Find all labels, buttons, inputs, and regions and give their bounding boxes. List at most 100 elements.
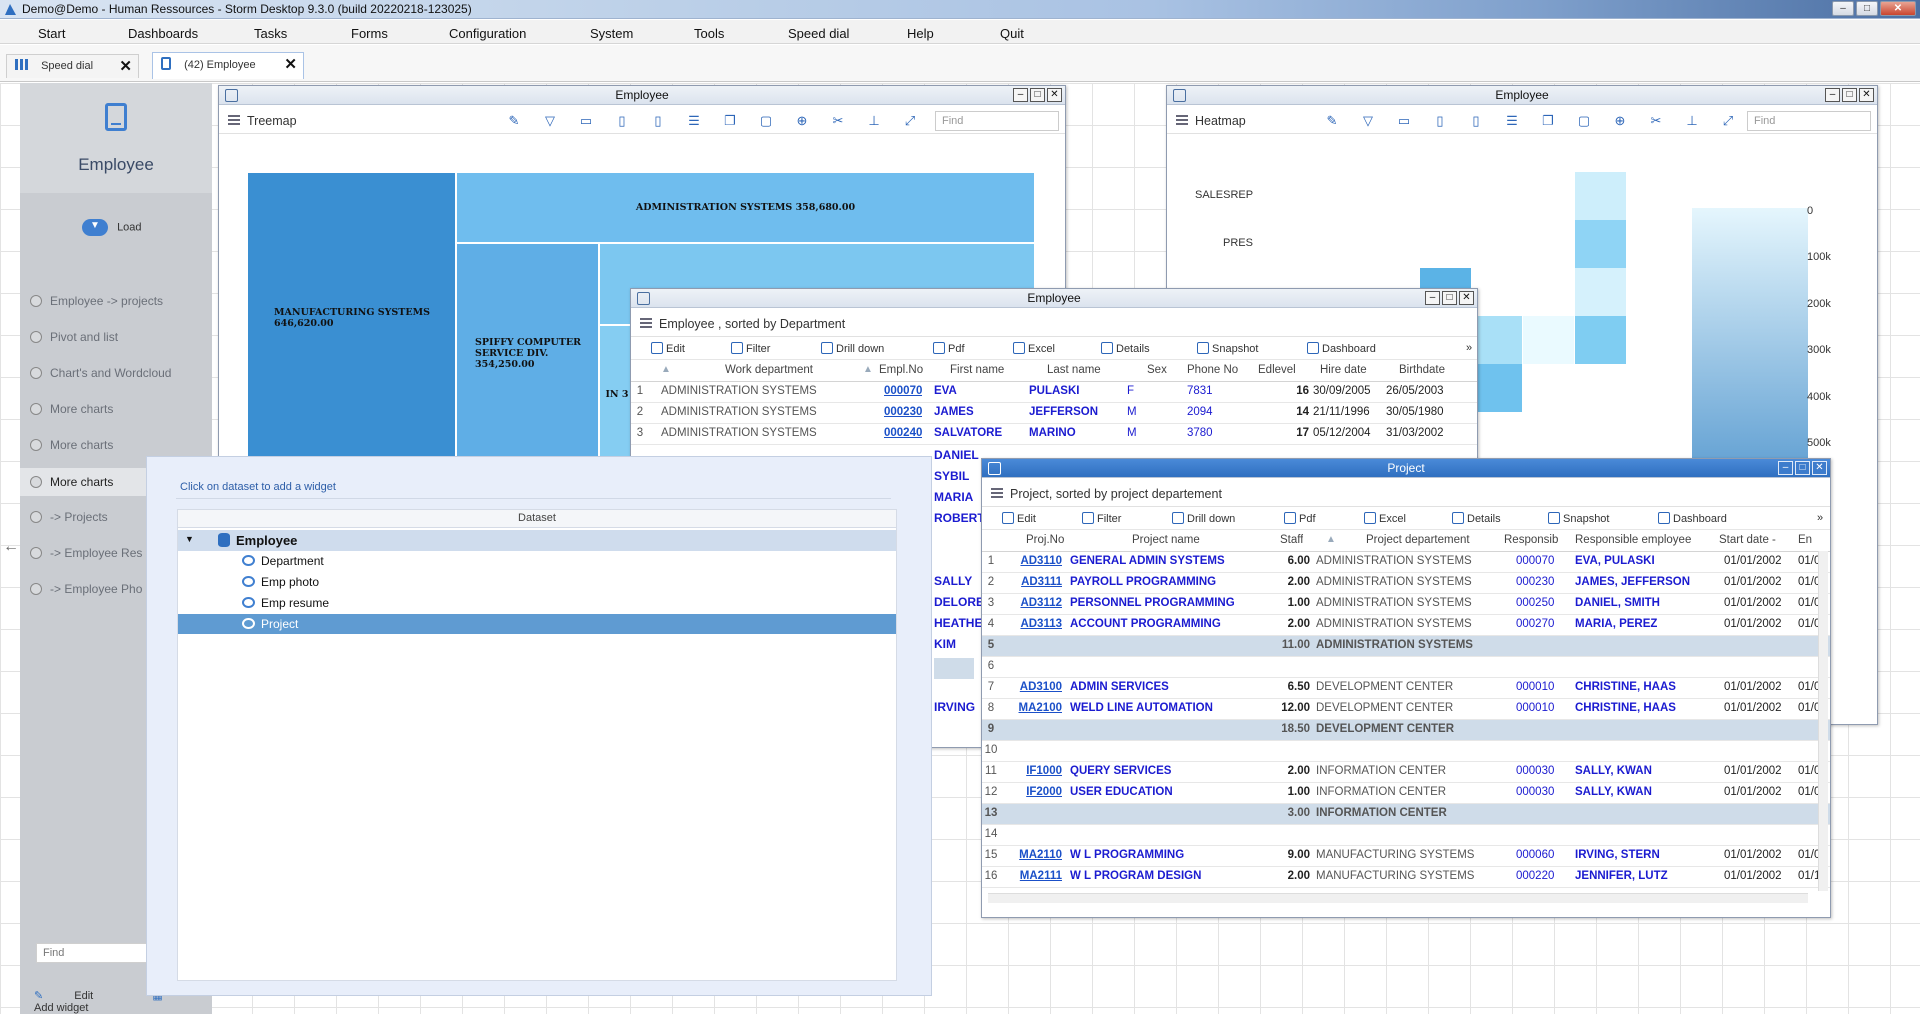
cell-link[interactable]: MA2111 <box>1006 870 1062 882</box>
snapshot-button[interactable]: Snapshot <box>1548 512 1609 525</box>
cell-link[interactable]: 000070 <box>884 385 922 397</box>
heatmap-cell[interactable] <box>1471 316 1522 364</box>
excel-icon[interactable]: ▯ <box>1469 114 1483 128</box>
minimize-button[interactable]: – <box>1825 88 1840 102</box>
minimize-button[interactable]: – <box>1832 1 1854 16</box>
cell-link[interactable]: AD3112 <box>1006 597 1062 609</box>
hamburger-icon[interactable] <box>991 488 1003 498</box>
dashboard-icon[interactable]: ▢ <box>759 114 773 128</box>
sidebar-item[interactable]: Chart's and Wordcloud <box>30 366 171 380</box>
maximize-button[interactable]: □ <box>1442 291 1457 305</box>
edit-icon[interactable]: ✎ <box>1325 114 1339 128</box>
close-button[interactable]: ✕ <box>1047 88 1062 102</box>
cell-link[interactable]: AD3100 <box>1006 681 1062 693</box>
menu-system[interactable]: System <box>590 26 633 41</box>
blank-row[interactable]: 6 <box>982 657 1830 678</box>
menu-start[interactable]: Start <box>38 26 65 41</box>
pdf-icon[interactable]: ▯ <box>1433 114 1447 128</box>
excel-button[interactable]: Excel <box>1364 512 1406 525</box>
table-row[interactable]: 11 IF1000 QUERY SERVICES 2.00 INFORMATION CE… <box>982 762 1830 783</box>
column-header[interactable]: Last name <box>1047 364 1101 376</box>
sidebar-item[interactable]: -> Projects <box>30 510 108 524</box>
filter-button[interactable]: Filter <box>1082 512 1121 525</box>
filter-icon[interactable]: ▽ <box>543 114 557 128</box>
maximize-button[interactable]: □ <box>1856 1 1878 16</box>
excel-button[interactable]: Excel <box>1013 342 1055 355</box>
drill-down-button[interactable]: Drill down <box>821 342 884 355</box>
close-button[interactable]: ✕ <box>1812 461 1827 475</box>
collapse-arrow-icon[interactable]: ← <box>3 538 19 556</box>
menu-tools[interactable]: Tools <box>694 26 724 41</box>
snapshot-button[interactable]: Snapshot <box>1197 342 1258 355</box>
menu-forms[interactable]: Forms <box>351 26 388 41</box>
edit-button[interactable]: Edit <box>651 342 685 355</box>
table-row[interactable]: 2 AD3111 PAYROLL PROGRAMMING 2.00 ADMINISTRA… <box>982 573 1830 594</box>
more-icon[interactable]: » <box>1466 342 1472 354</box>
sidebar-item[interactable]: Employee -> projects <box>30 294 163 308</box>
cell-link[interactable]: MA2110 <box>1006 849 1062 861</box>
pin-icon[interactable]: ⊥ <box>867 114 881 128</box>
snapshot-icon[interactable]: ❐ <box>1541 114 1555 128</box>
target-icon[interactable]: ⊕ <box>1613 114 1627 128</box>
sidebar-item[interactable]: More charts <box>30 402 113 416</box>
hamburger-icon[interactable] <box>640 318 652 328</box>
column-header[interactable]: Work department <box>725 364 813 376</box>
close-button[interactable]: ✕ <box>1859 88 1874 102</box>
minimize-button[interactable]: – <box>1013 88 1028 102</box>
details-button[interactable]: Details <box>1452 512 1501 525</box>
tree-item-emp-resume[interactable]: Emp resume <box>242 596 329 610</box>
expand-arrow-icon[interactable]: ▼ <box>185 534 194 544</box>
edit-button[interactable]: ✎ Edit <box>34 990 121 1002</box>
hamburger-icon[interactable] <box>228 115 240 125</box>
expand-icon[interactable]: ⤢ <box>903 114 917 128</box>
sidebar-item[interactable]: -> Employee Pho <box>30 582 142 596</box>
heatmap-cell[interactable] <box>1575 316 1626 364</box>
column-header[interactable]: Responsible employee <box>1575 534 1691 546</box>
tab-close-icon[interactable]: ✕ <box>284 55 297 73</box>
tab-close-icon[interactable]: ✕ <box>119 57 132 75</box>
treemap-cell[interactable]: SPIFFY COMPUTER SERVICE DIV. 354,250.00 <box>456 243 599 464</box>
find-input[interactable]: Find <box>935 111 1059 131</box>
dashboard-icon[interactable]: ▢ <box>1577 114 1591 128</box>
table-row[interactable]: 15 MA2110 W L PROGRAMMING 9.00 MANUFACTURING… <box>982 846 1830 867</box>
treemap-cell[interactable]: MANUFACTURING SYSTEMS 646,620.00 <box>247 172 456 464</box>
tools-icon[interactable]: ✂ <box>1649 114 1663 128</box>
cell-link[interactable]: 000230 <box>884 406 922 418</box>
heatmap-cell[interactable] <box>1575 220 1626 268</box>
excel-icon[interactable]: ▯ <box>651 114 665 128</box>
tree-item-emp-photo[interactable]: Emp photo <box>242 575 319 589</box>
column-header[interactable]: Project name <box>1132 534 1200 546</box>
menu-dashboards[interactable]: Dashboards <box>128 26 198 41</box>
menu-speed-dial[interactable]: Speed dial <box>788 26 849 41</box>
sidebar-item[interactable]: More charts <box>30 438 113 452</box>
sidebar-item[interactable]: -> Employee Res <box>30 546 142 560</box>
dashboard-button[interactable]: Dashboard <box>1307 342 1376 355</box>
table-row[interactable]: 3 ADMINISTRATION SYSTEMS 000240 SALVATOR… <box>631 424 1477 445</box>
tree-item-department[interactable]: Department <box>242 554 324 568</box>
heatmap-cell[interactable] <box>1471 364 1522 412</box>
maximize-button[interactable]: □ <box>1842 88 1857 102</box>
pdf-button[interactable]: Pdf <box>933 342 965 355</box>
load-button[interactable]: Load <box>82 219 142 236</box>
edit-icon[interactable]: ✎ <box>507 114 521 128</box>
table-row[interactable]: 16 MA2111 W L PROGRAM DESIGN 2.00 MANUFACTUR… <box>982 867 1830 888</box>
filter-icon[interactable]: ▽ <box>1361 114 1375 128</box>
table-row[interactable]: 3 AD3112 PERSONNEL PROGRAMMING 1.00 ADMINIST… <box>982 594 1830 615</box>
treemap-cell[interactable]: ADMINISTRATION SYSTEMS 358,680.00 <box>456 172 1035 243</box>
tools-icon[interactable]: ✂ <box>831 114 845 128</box>
details-button[interactable]: Details <box>1101 342 1150 355</box>
expand-icon[interactable]: ⤢ <box>1721 114 1735 128</box>
pdf-icon[interactable]: ▯ <box>615 114 629 128</box>
cell-link[interactable]: IF1000 <box>1006 765 1062 777</box>
snapshot-icon[interactable]: ❐ <box>723 114 737 128</box>
target-icon[interactable]: ⊕ <box>795 114 809 128</box>
pin-icon[interactable]: ⊥ <box>1685 114 1699 128</box>
details-icon[interactable]: ☰ <box>687 114 701 128</box>
minimize-button[interactable]: – <box>1425 291 1440 305</box>
blank-row[interactable]: 14 <box>982 825 1830 846</box>
minimize-button[interactable]: – <box>1778 461 1793 475</box>
column-header[interactable]: Proj.No <box>1026 534 1064 546</box>
table-row[interactable]: 2 ADMINISTRATION SYSTEMS 000230 JAMES JE… <box>631 403 1477 424</box>
table-row[interactable]: 1 ADMINISTRATION SYSTEMS 000070 EVA PULA… <box>631 382 1477 403</box>
table-row[interactable]: 4 AD3113 ACCOUNT PROGRAMMING 2.00 ADMINISTRA… <box>982 615 1830 636</box>
